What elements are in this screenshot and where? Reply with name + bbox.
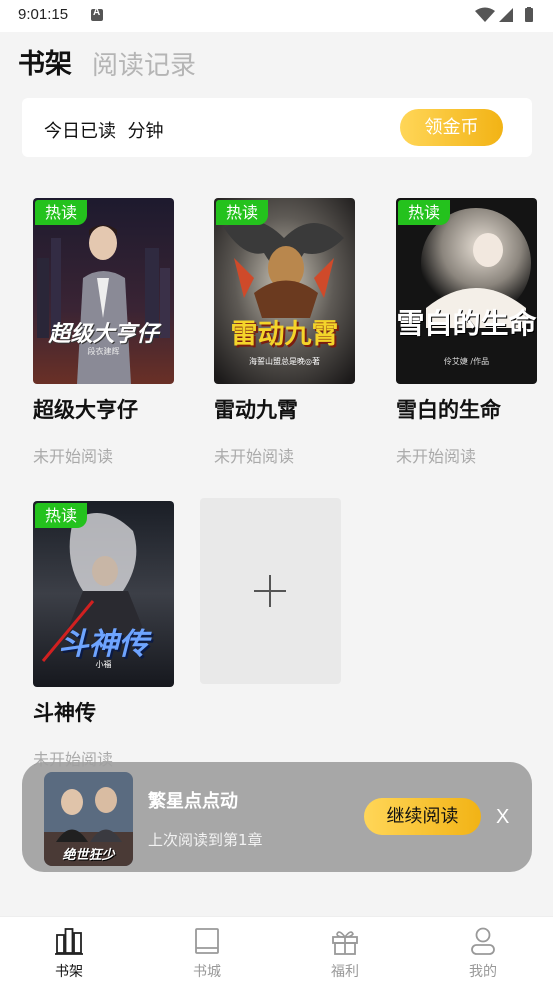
notification-a-icon <box>91 7 103 21</box>
cover-title: 超级大亨仔 <box>48 322 159 347</box>
tab-bookshelf[interactable]: 书架 <box>18 42 72 81</box>
cover-author: 小福 <box>95 660 112 669</box>
hot-badge: 热读 <box>35 503 87 528</box>
resume-book-cover[interactable]: 绝世狂少 <box>44 772 133 866</box>
continue-reading-bar[interactable]: 绝世狂少 繁星点点动 上次阅读到第1章 继续阅读 X <box>22 762 532 872</box>
bookshelf-page: 书架 阅读记录 今日已读 分钟 领金币 热读 超级大亨仔 段衣建辉 超级大亨仔 … <box>0 32 553 916</box>
book-title[interactable]: 超级大亨仔 <box>33 394 138 424</box>
nav-label: 我的 <box>469 964 497 980</box>
nav-label: 福利 <box>331 964 359 980</box>
book-cover[interactable]: 热读 超级大亨仔 段衣建辉 <box>33 198 174 384</box>
wifi-icon <box>475 7 495 22</box>
book-title[interactable]: 斗神传 <box>33 697 96 727</box>
cover-author: 段衣建辉 <box>87 347 120 356</box>
cover-title: 斗神传 <box>58 627 149 662</box>
nav-label: 书城 <box>193 964 221 980</box>
add-book-button[interactable] <box>200 498 341 684</box>
nav-item-bookstore[interactable]: 书城 <box>167 917 247 984</box>
resume-book-title: 繁星点点动 <box>148 791 238 812</box>
continue-reading-button[interactable]: 继续阅读 <box>364 798 481 835</box>
resume-progress-text: 上次阅读到第1章 <box>148 831 263 849</box>
cover-title: 雷动九霄 <box>230 319 339 350</box>
bookshelf-icon <box>55 928 83 955</box>
plus-icon <box>254 575 286 607</box>
status-icons <box>475 7 537 23</box>
cover-author: 伶艾婕 /作品 <box>443 357 490 366</box>
cover-title: 雪白的生命 <box>396 307 537 340</box>
status-bar: 9:01:15 <box>0 0 553 32</box>
hot-badge: 热读 <box>216 200 268 225</box>
nav-item-mine[interactable]: 我的 <box>443 917 523 984</box>
book-cover[interactable]: 热读 雷动九霄 海誓山盟总是晚◎著 <box>214 198 355 384</box>
battery-icon <box>525 7 533 22</box>
gift-icon <box>332 931 358 955</box>
close-button[interactable]: X <box>496 806 509 829</box>
nav-label: 书架 <box>55 964 83 980</box>
book-title[interactable]: 雪白的生命 <box>396 394 501 424</box>
nav-item-welfare[interactable]: 福利 <box>305 917 385 984</box>
today-reading-card: 今日已读 分钟 领金币 <box>22 98 532 157</box>
bottom-nav: 书架 书城 福利 我的 <box>0 916 553 984</box>
book-cover[interactable]: 热读 雪白的生命 伶艾婕 /作品 <box>396 198 537 384</box>
nav-item-bookshelf[interactable]: 书架 <box>29 917 109 984</box>
book-status: 未开始阅读 <box>396 447 477 466</box>
book-icon <box>195 928 219 954</box>
book-status: 未开始阅读 <box>214 447 295 466</box>
book-title[interactable]: 雷动九霄 <box>214 394 298 424</box>
book-cover[interactable]: 热读 斗神传 小福 <box>33 501 174 687</box>
hot-badge: 热读 <box>398 200 450 225</box>
signal-icon <box>499 8 513 22</box>
cover-author: 海誓山盟总是晚◎著 <box>249 357 320 366</box>
status-time: 9:01:15 <box>18 6 69 23</box>
tab-reading-history[interactable]: 阅读记录 <box>92 45 196 82</box>
resume-cover-title: 绝世狂少 <box>62 848 115 863</box>
claim-coins-button[interactable]: 领金币 <box>400 109 503 146</box>
book-status: 未开始阅读 <box>33 447 114 466</box>
today-reading-text: 今日已读 分钟 <box>44 121 164 142</box>
user-icon <box>471 927 495 955</box>
hot-badge: 热读 <box>35 200 87 225</box>
